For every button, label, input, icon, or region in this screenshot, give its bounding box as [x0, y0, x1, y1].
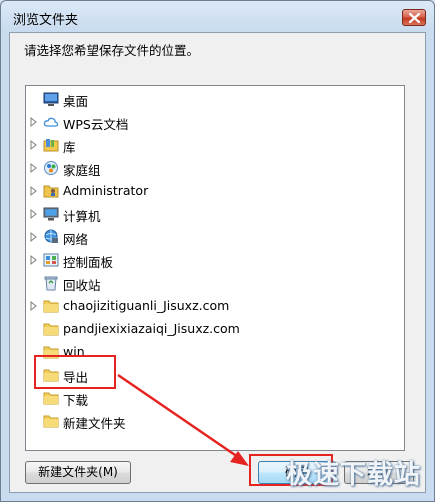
watermark: 极速下载站: [285, 460, 421, 490]
annotation-arrow: [117, 373, 249, 466]
